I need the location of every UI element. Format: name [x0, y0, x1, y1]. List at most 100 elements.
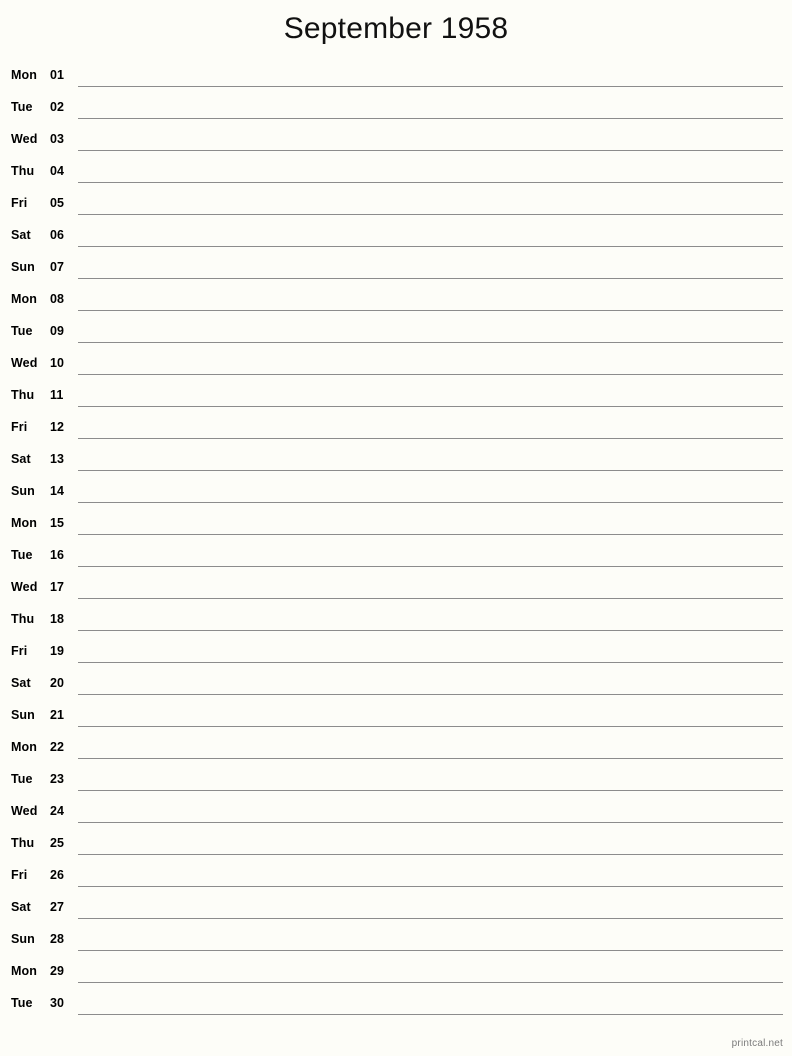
day-weekday-label: Mon [11, 516, 37, 530]
day-writing-line[interactable] [78, 534, 783, 535]
day-weekday-label: Fri [11, 420, 28, 434]
day-weekday-label: Fri [11, 868, 28, 882]
day-row[interactable]: Thu 04 [0, 158, 792, 190]
day-writing-line[interactable] [78, 118, 783, 119]
day-writing-line[interactable] [78, 726, 783, 727]
day-weekday-label: Wed [11, 132, 38, 146]
day-writing-line[interactable] [78, 150, 783, 151]
day-writing-line[interactable] [78, 662, 783, 663]
day-number-label: 21 [50, 708, 65, 722]
day-row[interactable]: Wed 03 [0, 126, 792, 158]
day-row[interactable]: Fri 05 [0, 190, 792, 222]
day-row[interactable]: Mon 22 [0, 734, 792, 766]
day-number-label: 11 [50, 388, 64, 402]
day-number-label: 28 [50, 932, 65, 946]
day-number-label: 25 [50, 836, 65, 850]
day-row[interactable]: Mon 15 [0, 510, 792, 542]
day-writing-line[interactable] [78, 502, 783, 503]
day-number-label: 01 [50, 68, 65, 82]
day-row[interactable]: Sun 07 [0, 254, 792, 286]
day-number-label: 29 [50, 964, 65, 978]
day-weekday-label: Thu [11, 836, 35, 850]
day-writing-line[interactable] [78, 182, 783, 183]
day-weekday-label: Fri [11, 196, 28, 210]
day-writing-line[interactable] [78, 790, 783, 791]
day-weekday-label: Wed [11, 804, 38, 818]
day-number-label: 27 [50, 900, 65, 914]
day-number-label: 17 [50, 580, 65, 594]
day-weekday-label: Mon [11, 740, 37, 754]
day-row[interactable]: Wed 10 [0, 350, 792, 382]
day-writing-line[interactable] [78, 758, 783, 759]
day-writing-line[interactable] [78, 342, 783, 343]
day-number-label: 26 [50, 868, 65, 882]
day-writing-line[interactable] [78, 374, 783, 375]
day-number-label: 16 [50, 548, 65, 562]
day-writing-line[interactable] [78, 214, 783, 215]
day-row[interactable]: Tue 16 [0, 542, 792, 574]
day-row[interactable]: Mon 08 [0, 286, 792, 318]
day-row[interactable]: Fri 12 [0, 414, 792, 446]
day-row[interactable]: Mon 29 [0, 958, 792, 990]
day-row[interactable]: Tue 02 [0, 94, 792, 126]
day-writing-line[interactable] [78, 1014, 783, 1015]
day-weekday-label: Sun [11, 708, 35, 722]
day-row[interactable]: Thu 25 [0, 830, 792, 862]
day-writing-line[interactable] [78, 630, 783, 631]
day-number-label: 09 [50, 324, 65, 338]
day-writing-line[interactable] [78, 278, 783, 279]
day-number-label: 08 [50, 292, 65, 306]
day-row[interactable]: Wed 17 [0, 574, 792, 606]
day-writing-line[interactable] [78, 470, 783, 471]
day-row[interactable]: Sun 28 [0, 926, 792, 958]
day-row[interactable]: Thu 18 [0, 606, 792, 638]
day-weekday-label: Sun [11, 260, 35, 274]
day-writing-line[interactable] [78, 566, 783, 567]
day-weekday-label: Thu [11, 612, 35, 626]
day-row[interactable]: Sat 20 [0, 670, 792, 702]
day-row[interactable]: Mon 01 [0, 62, 792, 94]
day-writing-line[interactable] [78, 598, 783, 599]
day-writing-line[interactable] [78, 310, 783, 311]
footer-credit: printcal.net [731, 1038, 783, 1049]
day-row[interactable]: Fri 26 [0, 862, 792, 894]
day-writing-line[interactable] [78, 86, 783, 87]
day-row[interactable]: Sun 14 [0, 478, 792, 510]
day-writing-line[interactable] [78, 822, 783, 823]
day-row-list: Mon 01 Tue 02 Wed 03 Thu 04 Fri 05 Sat 06 Sun 07 Mon 08… [0, 62, 792, 1022]
day-number-label: 18 [50, 612, 65, 626]
day-row[interactable]: Tue 30 [0, 990, 792, 1022]
day-writing-line[interactable] [78, 982, 783, 983]
day-row[interactable]: Sun 21 [0, 702, 792, 734]
day-weekday-label: Tue [11, 772, 33, 786]
day-writing-line[interactable] [78, 854, 783, 855]
day-writing-line[interactable] [78, 886, 783, 887]
day-row[interactable]: Tue 23 [0, 766, 792, 798]
day-number-label: 12 [50, 420, 65, 434]
day-number-label: 13 [50, 452, 65, 466]
day-number-label: 19 [50, 644, 65, 658]
page-title: September 1958 [283, 12, 509, 45]
day-writing-line[interactable] [78, 246, 783, 247]
day-row[interactable]: Tue 09 [0, 318, 792, 350]
day-number-label: 30 [50, 996, 65, 1010]
day-writing-line[interactable] [78, 918, 783, 919]
day-row[interactable]: Thu 11 [0, 382, 792, 414]
day-weekday-label: Sun [11, 932, 35, 946]
day-row[interactable]: Sat 13 [0, 446, 792, 478]
day-writing-line[interactable] [78, 406, 783, 407]
day-weekday-label: Thu [11, 388, 35, 402]
day-row[interactable]: Sat 27 [0, 894, 792, 926]
day-weekday-label: Tue [11, 996, 33, 1010]
day-row[interactable]: Wed 24 [0, 798, 792, 830]
day-number-label: 02 [50, 100, 65, 114]
day-writing-line[interactable] [78, 438, 783, 439]
day-row[interactable]: Fri 19 [0, 638, 792, 670]
day-weekday-label: Tue [11, 548, 33, 562]
day-writing-line[interactable] [78, 950, 783, 951]
day-writing-line[interactable] [78, 694, 783, 695]
day-row[interactable]: Sat 06 [0, 222, 792, 254]
day-number-label: 15 [50, 516, 65, 530]
day-number-label: 22 [50, 740, 65, 754]
day-number-label: 05 [50, 196, 65, 210]
